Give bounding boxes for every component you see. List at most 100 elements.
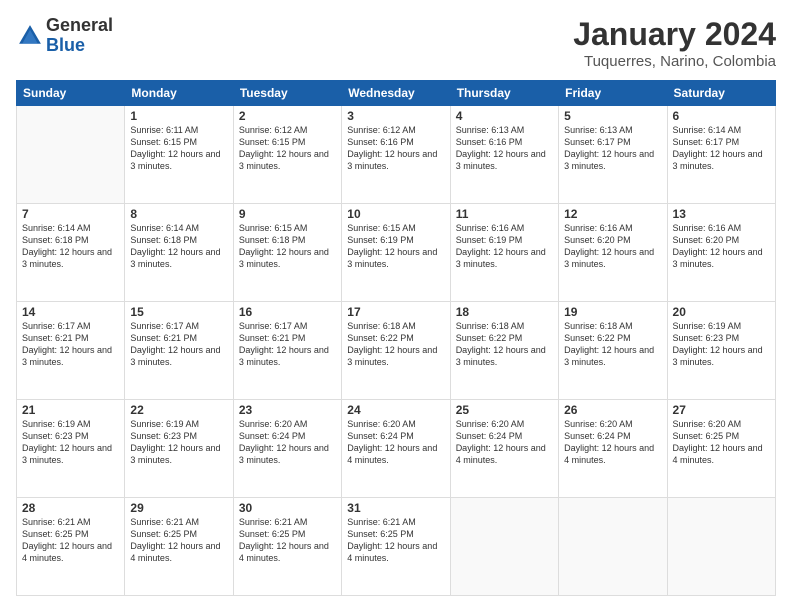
day-info: Sunrise: 6:20 AMSunset: 6:24 PMDaylight:…: [456, 419, 546, 465]
weekday-header-sunday: Sunday: [17, 81, 125, 106]
calendar-cell: 30 Sunrise: 6:21 AMSunset: 6:25 PMDayligh…: [233, 498, 341, 596]
calendar-cell: 4 Sunrise: 6:13 AMSunset: 6:16 PMDaylight…: [450, 106, 558, 204]
header: General Blue January 2024 Tuquerres, Nar…: [16, 16, 776, 70]
week-row-3: 14 Sunrise: 6:17 AMSunset: 6:21 PMDayligh…: [17, 302, 776, 400]
day-info: Sunrise: 6:20 AMSunset: 6:24 PMDaylight:…: [564, 419, 654, 465]
day-number: 30: [239, 501, 336, 515]
calendar-cell: [667, 498, 775, 596]
day-info: Sunrise: 6:18 AMSunset: 6:22 PMDaylight:…: [564, 321, 654, 367]
day-info: Sunrise: 6:12 AMSunset: 6:15 PMDaylight:…: [239, 125, 329, 171]
day-number: 12: [564, 207, 661, 221]
calendar-cell: 6Sunrise: 6:14 AMSunset: 6:17 PMDaylight…: [667, 106, 775, 204]
calendar-cell: 14Sunrise: 6:17 AMSunset: 6:21 PMDayligh…: [17, 302, 125, 400]
day-number: 18: [456, 305, 553, 319]
day-info: Sunrise: 6:14 AMSunset: 6:18 PMDaylight:…: [130, 223, 220, 269]
weekday-header-saturday: Saturday: [667, 81, 775, 106]
day-info: Sunrise: 6:20 AMSunset: 6:24 PMDaylight:…: [347, 419, 437, 465]
day-info: Sunrise: 6:17 AMSunset: 6:21 PMDaylight:…: [130, 321, 220, 367]
calendar-cell: 9 Sunrise: 6:15 AMSunset: 6:18 PMDaylight…: [233, 204, 341, 302]
day-number: 6: [673, 109, 770, 123]
weekday-header-thursday: Thursday: [450, 81, 558, 106]
day-number: 20: [673, 305, 770, 319]
day-number: 11: [456, 207, 553, 221]
day-number: 14: [22, 305, 119, 319]
day-info: Sunrise: 6:16 AMSunset: 6:20 PMDaylight:…: [673, 223, 763, 269]
logo: General Blue: [16, 16, 113, 56]
day-number: 4: [456, 109, 553, 123]
day-info: Sunrise: 6:18 AMSunset: 6:22 PMDaylight:…: [347, 321, 437, 367]
day-number: 29: [130, 501, 227, 515]
page: General Blue January 2024 Tuquerres, Nar…: [0, 0, 792, 612]
day-info: Sunrise: 6:19 AMSunset: 6:23 PMDaylight:…: [673, 321, 763, 367]
day-number: 26: [564, 403, 661, 417]
day-number: 3: [347, 109, 444, 123]
day-info: Sunrise: 6:14 AMSunset: 6:18 PMDaylight:…: [22, 223, 112, 269]
day-number: 15: [130, 305, 227, 319]
calendar-cell: 10Sunrise: 6:15 AMSunset: 6:19 PMDayligh…: [342, 204, 450, 302]
calendar-cell: [559, 498, 667, 596]
day-info: Sunrise: 6:20 AMSunset: 6:24 PMDaylight:…: [239, 419, 329, 465]
calendar-cell: 22Sunrise: 6:19 AMSunset: 6:23 PMDayligh…: [125, 400, 233, 498]
weekday-header-monday: Monday: [125, 81, 233, 106]
calendar-cell: 3 Sunrise: 6:12 AMSunset: 6:16 PMDaylight…: [342, 106, 450, 204]
day-info: Sunrise: 6:21 AMSunset: 6:25 PMDaylight:…: [130, 517, 220, 563]
calendar-cell: 15 Sunrise: 6:17 AMSunset: 6:21 PMDayligh…: [125, 302, 233, 400]
day-number: 9: [239, 207, 336, 221]
day-info: Sunrise: 6:16 AMSunset: 6:19 PMDaylight:…: [456, 223, 546, 269]
calendar-cell: 31Sunrise: 6:21 AMSunset: 6:25 PMDayligh…: [342, 498, 450, 596]
day-info: Sunrise: 6:19 AMSunset: 6:23 PMDaylight:…: [22, 419, 112, 465]
day-number: 16: [239, 305, 336, 319]
calendar-cell: 24Sunrise: 6:20 AMSunset: 6:24 PMDayligh…: [342, 400, 450, 498]
day-info: Sunrise: 6:21 AMSunset: 6:25 PMDaylight:…: [239, 517, 329, 563]
day-info: Sunrise: 6:15 AMSunset: 6:18 PMDaylight:…: [239, 223, 329, 269]
calendar-cell: [450, 498, 558, 596]
calendar-cell: 28 Sunrise: 6:21 AMSunset: 6:25 PMDayligh…: [17, 498, 125, 596]
day-number: 5: [564, 109, 661, 123]
day-info: Sunrise: 6:11 AMSunset: 6:15 PMDaylight:…: [130, 125, 220, 171]
calendar-cell: 12Sunrise: 6:16 AMSunset: 6:20 PMDayligh…: [559, 204, 667, 302]
logo-general: General: [46, 16, 113, 36]
calendar-cell: 13Sunrise: 6:16 AMSunset: 6:20 PMDayligh…: [667, 204, 775, 302]
week-row-2: 7 Sunrise: 6:14 AMSunset: 6:18 PMDaylight…: [17, 204, 776, 302]
calendar-cell: 21Sunrise: 6:19 AMSunset: 6:23 PMDayligh…: [17, 400, 125, 498]
calendar-cell: 1 Sunrise: 6:11 AMSunset: 6:15 PMDaylight…: [125, 106, 233, 204]
day-number: 23: [239, 403, 336, 417]
calendar-cell: 20 Sunrise: 6:19 AMSunset: 6:23 PMDayligh…: [667, 302, 775, 400]
calendar-cell: 2 Sunrise: 6:12 AMSunset: 6:15 PMDaylight…: [233, 106, 341, 204]
day-number: 28: [22, 501, 119, 515]
day-number: 7: [22, 207, 119, 221]
day-info: Sunrise: 6:18 AMSunset: 6:22 PMDaylight:…: [456, 321, 546, 367]
calendar-cell: 16 Sunrise: 6:17 AMSunset: 6:21 PMDayligh…: [233, 302, 341, 400]
calendar-cell: 8 Sunrise: 6:14 AMSunset: 6:18 PMDaylight…: [125, 204, 233, 302]
day-info: Sunrise: 6:21 AMSunset: 6:25 PMDaylight:…: [347, 517, 437, 563]
day-number: 8: [130, 207, 227, 221]
calendar-cell: 26 Sunrise: 6:20 AMSunset: 6:24 PMDayligh…: [559, 400, 667, 498]
weekday-header-row: SundayMondayTuesdayWednesdayThursdayFrid…: [17, 81, 776, 106]
calendar-cell: [17, 106, 125, 204]
day-info: Sunrise: 6:13 AMSunset: 6:16 PMDaylight:…: [456, 125, 546, 171]
calendar-cell: 7 Sunrise: 6:14 AMSunset: 6:18 PMDaylight…: [17, 204, 125, 302]
day-number: 17: [347, 305, 444, 319]
day-number: 25: [456, 403, 553, 417]
calendar-cell: 5Sunrise: 6:13 AMSunset: 6:17 PMDaylight…: [559, 106, 667, 204]
day-number: 19: [564, 305, 661, 319]
week-row-5: 28 Sunrise: 6:21 AMSunset: 6:25 PMDayligh…: [17, 498, 776, 596]
day-number: 1: [130, 109, 227, 123]
calendar: SundayMondayTuesdayWednesdayThursdayFrid…: [16, 80, 776, 596]
day-number: 22: [130, 403, 227, 417]
location-subtitle: Tuquerres, Narino, Colombia: [573, 53, 776, 70]
day-number: 2: [239, 109, 336, 123]
weekday-header-friday: Friday: [559, 81, 667, 106]
week-row-4: 21Sunrise: 6:19 AMSunset: 6:23 PMDayligh…: [17, 400, 776, 498]
weekday-header-wednesday: Wednesday: [342, 81, 450, 106]
day-info: Sunrise: 6:15 AMSunset: 6:19 PMDaylight:…: [347, 223, 437, 269]
day-info: Sunrise: 6:21 AMSunset: 6:25 PMDaylight:…: [22, 517, 112, 563]
calendar-cell: 18 Sunrise: 6:18 AMSunset: 6:22 PMDayligh…: [450, 302, 558, 400]
calendar-cell: 29 Sunrise: 6:21 AMSunset: 6:25 PMDayligh…: [125, 498, 233, 596]
day-info: Sunrise: 6:17 AMSunset: 6:21 PMDaylight:…: [239, 321, 329, 367]
day-info: Sunrise: 6:12 AMSunset: 6:16 PMDaylight:…: [347, 125, 437, 171]
day-number: 27: [673, 403, 770, 417]
calendar-cell: 25 Sunrise: 6:20 AMSunset: 6:24 PMDayligh…: [450, 400, 558, 498]
calendar-cell: 23 Sunrise: 6:20 AMSunset: 6:24 PMDayligh…: [233, 400, 341, 498]
logo-blue: Blue: [46, 36, 113, 56]
